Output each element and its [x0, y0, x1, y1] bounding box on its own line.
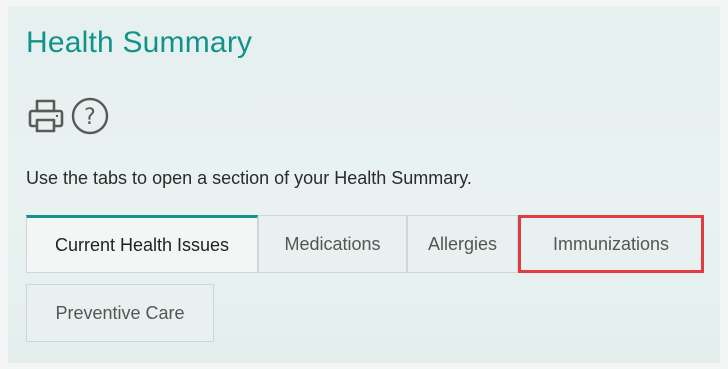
tab-allergies[interactable]: Allergies	[407, 215, 518, 273]
tab-current-health-issues[interactable]: Current Health Issues	[26, 215, 258, 273]
tab-preventive-care[interactable]: Preventive Care	[26, 284, 214, 342]
printer-icon[interactable]	[26, 96, 66, 136]
toolbar: ?	[26, 94, 110, 138]
tab-immunizations[interactable]: Immunizations	[518, 215, 704, 273]
health-summary-panel: Health Summary ? Use the tabs to open a …	[8, 6, 720, 363]
page-title: Health Summary	[26, 26, 253, 59]
svg-text:?: ?	[84, 105, 96, 130]
tab-medications[interactable]: Medications	[258, 215, 407, 273]
help-icon[interactable]: ?	[70, 96, 110, 136]
instructions-text: Use the tabs to open a section of your H…	[26, 168, 472, 188]
